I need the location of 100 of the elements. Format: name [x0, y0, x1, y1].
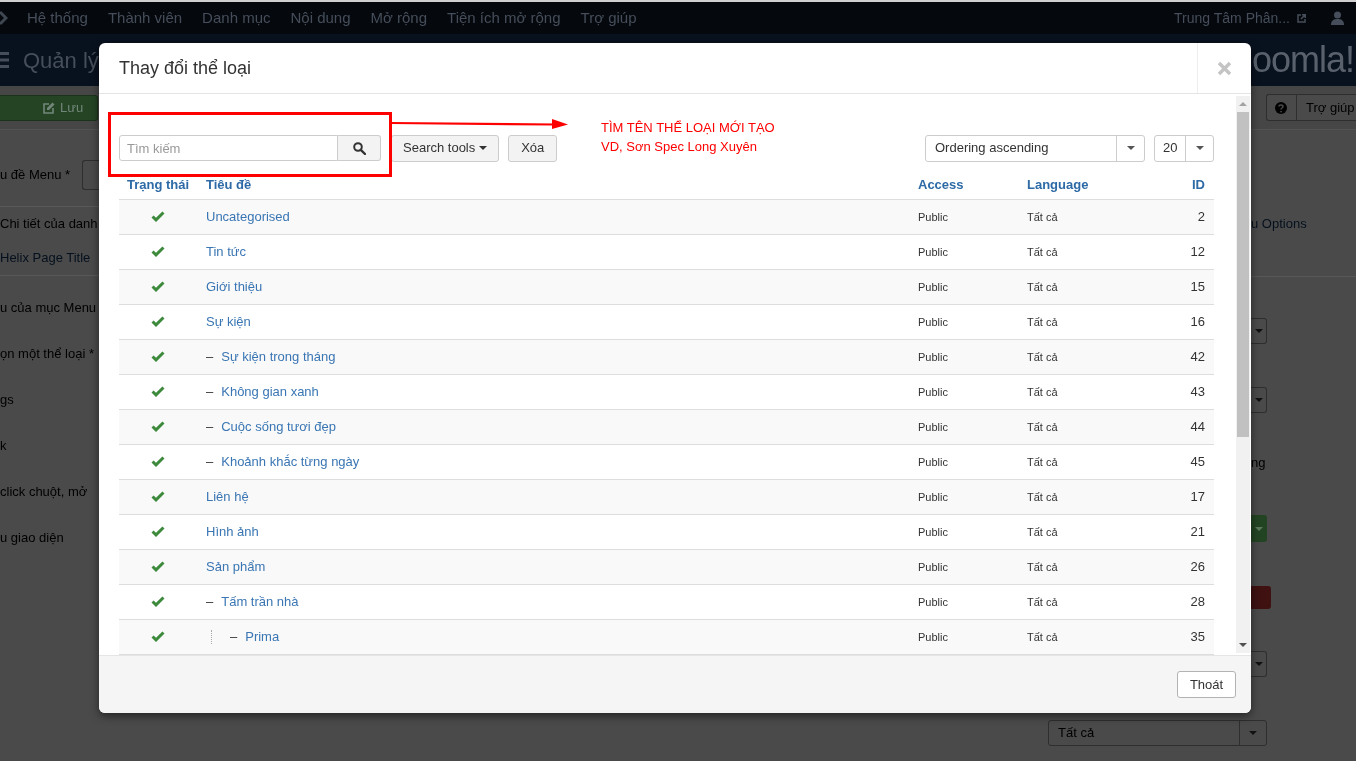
field-label: u giao diện: [0, 529, 64, 548]
access-level: Public: [918, 279, 948, 295]
category-id: 21: [1190, 523, 1205, 542]
category-link[interactable]: Cuộc sống tươi đẹp: [221, 417, 337, 437]
category-link[interactable]: Hình ảnh: [206, 522, 259, 542]
category-id: 26: [1190, 558, 1205, 577]
category-id: 15: [1190, 278, 1205, 297]
access-level: Public: [918, 594, 948, 610]
language: Tất cả: [1027, 384, 1058, 400]
check-icon[interactable]: [151, 561, 165, 573]
caret-icon: [1249, 731, 1257, 735]
category-id: 2: [1197, 208, 1205, 227]
search-field[interactable]: Tìm kiếm: [119, 135, 338, 161]
category-id: 12: [1190, 243, 1205, 262]
scroll-down-icon[interactable]: [1239, 643, 1247, 647]
page-title: Quản lý: [23, 46, 99, 75]
dotted-line-icon: [211, 630, 213, 644]
check-icon[interactable]: [151, 491, 165, 503]
access-level: Public: [918, 419, 948, 435]
save-button[interactable]: Lưu: [0, 94, 98, 121]
language: Tất cả: [1027, 559, 1058, 575]
search-button[interactable]: [338, 135, 381, 161]
menu-item[interactable]: Tiện ích mở rộng: [437, 6, 571, 30]
category-link[interactable]: Sản phẩm: [206, 557, 266, 577]
check-icon[interactable]: [151, 316, 165, 328]
annotation-text: TÌM TÊN THỂ LOẠI MỚI TẠO: [601, 119, 775, 137]
scrollbar-thumb[interactable]: [1237, 112, 1249, 437]
caret-icon: [1255, 526, 1263, 531]
language: Tất cả: [1027, 279, 1058, 295]
field-label: click chuột, mở: [0, 483, 88, 502]
menu-item[interactable]: Thành viên: [97, 6, 193, 30]
clear-button[interactable]: Xóa: [508, 134, 558, 162]
category-link[interactable]: Sự kiện: [206, 312, 251, 332]
category-link[interactable]: Khoảnh khắc từng ngày: [221, 452, 360, 472]
access-level: Public: [918, 314, 948, 330]
caret-icon: [1254, 329, 1263, 333]
category-link[interactable]: Tin tức: [206, 242, 246, 262]
scroll-up-icon[interactable]: [1239, 102, 1247, 106]
column-header[interactable]: Language: [1027, 174, 1089, 195]
check-icon[interactable]: [151, 246, 165, 258]
category-id: 44: [1190, 418, 1205, 437]
check-icon[interactable]: [151, 351, 165, 363]
field-label: k: [0, 437, 7, 456]
category-id: 45: [1190, 453, 1205, 472]
search-tools-button[interactable]: Search tools: [391, 134, 500, 162]
category-id: 28: [1190, 593, 1205, 612]
column-header[interactable]: ID: [1192, 174, 1205, 195]
close-dialog-button[interactable]: Thoát: [1177, 671, 1236, 698]
category-link[interactable]: Liên hệ: [206, 487, 249, 507]
external-link-icon: [1297, 13, 1306, 23]
access-level: Public: [918, 524, 948, 540]
category-link[interactable]: Sự kiện trong tháng: [221, 347, 336, 367]
language: Tất cả: [1027, 524, 1058, 540]
menu-item[interactable]: Trợ giúp: [570, 6, 647, 30]
language: Tất cả: [1027, 629, 1058, 645]
category-id: 17: [1190, 488, 1205, 507]
category-link[interactable]: Giới thiệu: [206, 277, 263, 297]
category-id: 16: [1190, 313, 1205, 332]
check-icon[interactable]: [151, 526, 165, 538]
edit-icon: [43, 101, 55, 114]
caret-icon: [479, 146, 488, 150]
access-level: Public: [918, 384, 948, 400]
check-icon[interactable]: [151, 596, 165, 608]
language: Tất cả: [1027, 244, 1058, 260]
access-level: Public: [918, 454, 948, 470]
access-level: Public: [918, 349, 948, 365]
category-id: 43: [1190, 383, 1205, 402]
check-icon[interactable]: [151, 631, 165, 643]
check-icon[interactable]: [151, 421, 165, 433]
check-icon[interactable]: [151, 281, 165, 293]
caret-icon: [1254, 662, 1263, 666]
menu-item[interactable]: Mở rộng: [360, 6, 438, 30]
language: Tất cả: [1027, 349, 1058, 365]
field-label: gs: [0, 391, 14, 410]
category-link[interactable]: Tấm trần nhà: [221, 592, 299, 612]
field-label: u đề Menu *: [0, 166, 71, 185]
category-link[interactable]: Không gian xanh: [221, 382, 319, 402]
menu-icon[interactable]: [0, 51, 9, 69]
ordering-select[interactable]: Ordering ascending: [925, 134, 1145, 162]
language: Tất cả: [1027, 209, 1058, 225]
caret-icon: [1126, 146, 1135, 150]
indent-dash: –: [206, 593, 214, 612]
logo-icon: [0, 10, 8, 26]
column-header[interactable]: Tiêu đề: [206, 174, 252, 195]
menu-item[interactable]: Hệ thống: [17, 6, 98, 30]
category-link[interactable]: Uncategorised: [206, 207, 290, 227]
dialog-title: Thay đổi thể loại: [119, 56, 252, 80]
annotation-text: VD, Sơn Spec Long Xuyên: [601, 138, 757, 156]
access-level: Public: [918, 209, 948, 225]
dropdown-button[interactable]: [1251, 515, 1267, 542]
check-icon[interactable]: [151, 211, 165, 223]
limit-select[interactable]: 20: [1154, 134, 1214, 162]
category-link[interactable]: Prima: [245, 627, 280, 647]
check-icon[interactable]: [151, 456, 165, 468]
logo: oomla!: [1251, 42, 1354, 78]
user-icon[interactable]: [1331, 11, 1344, 25]
language: Tất cả: [1027, 594, 1058, 610]
column-header[interactable]: Trạng thái: [126, 174, 190, 195]
check-icon[interactable]: [151, 386, 165, 398]
column-header[interactable]: Access: [918, 174, 964, 195]
